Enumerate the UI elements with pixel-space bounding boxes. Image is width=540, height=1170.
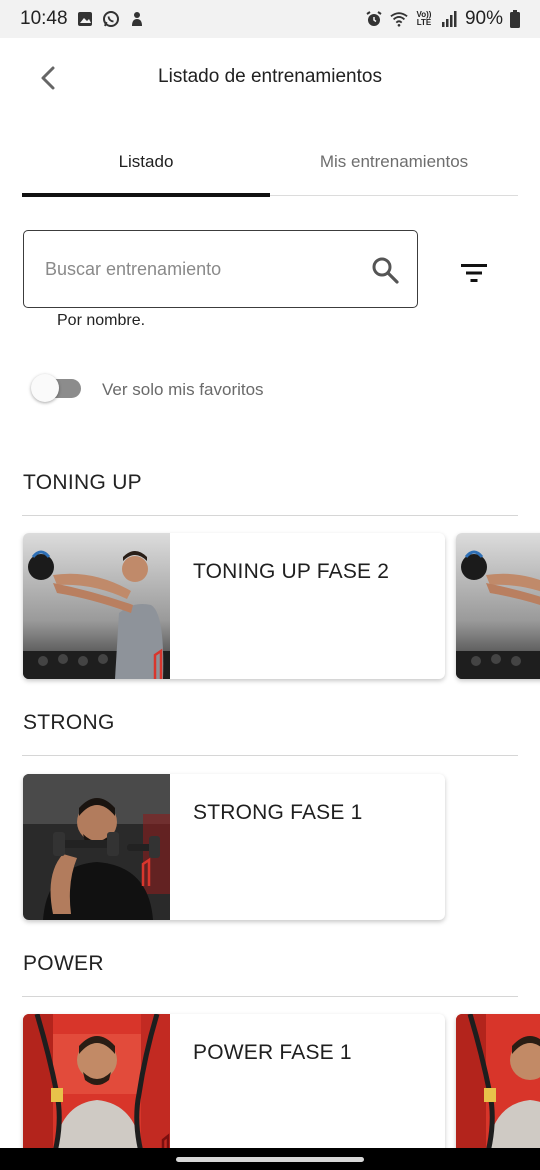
workout-card-title: TONING UP FASE 2 [193,560,390,583]
volte-icon: Vo)) LTE [416,10,432,27]
section-divider [22,515,518,516]
app-header: Listado de entrenamientos [0,38,540,118]
tab-listado[interactable]: Listado [22,130,270,197]
status-bar: 10:48 Vo)) LTE 90% [0,0,540,38]
system-nav-bar [0,1148,540,1170]
workout-card-title: POWER FASE 1 [193,1041,352,1064]
status-time: 10:48 [20,8,68,29]
workout-card-title: STRONG FASE 1 [193,801,363,824]
workout-card[interactable]: STRONG FASE 1 [23,774,445,920]
search-input[interactable]: Buscar entrenamiento [23,230,418,308]
signal-icon [440,10,458,28]
man-dumbbell-curl-photo [23,774,170,920]
favorites-toggle-label: Ver solo mis favoritos [102,380,264,399]
favorites-toggle[interactable] [31,374,85,404]
section-divider [22,755,518,756]
man-battle-rope-photo [23,1014,170,1160]
search-placeholder: Buscar entrenamiento [45,258,222,279]
battery-percentage: 90% [464,8,503,29]
search-icon[interactable] [371,256,399,284]
home-gesture-handle[interactable] [176,1157,364,1162]
whatsapp-icon [102,10,120,28]
section-title-toning-up: TONING UP [23,471,142,494]
workout-card[interactable]: POWER FASE 1 [23,1014,445,1160]
app-notification-icon [128,10,146,28]
tab-mis-entrenamientos[interactable]: Mis entrenamientos [270,130,518,195]
gallery-icon [76,10,94,28]
tab-bar: Listado Mis entrenamientos [22,130,518,197]
workout-card-peek[interactable] [456,1014,540,1160]
section-title-power: POWER [23,952,104,975]
alarm-icon [365,10,383,28]
section-divider [22,996,518,997]
filter-icon[interactable] [458,259,490,287]
workout-card[interactable]: TONING UP FASE 2 [23,533,445,679]
battery-icon [510,10,520,28]
wifi-icon [390,10,408,28]
page-title: Listado de entrenamientos [158,66,382,87]
man-kettlebell-swing-photo [23,533,170,679]
toggle-thumb [31,374,59,402]
workout-card-peek[interactable] [456,533,540,679]
search-helper-text: Por nombre. [57,312,146,329]
section-title-strong: STRONG [23,711,115,734]
